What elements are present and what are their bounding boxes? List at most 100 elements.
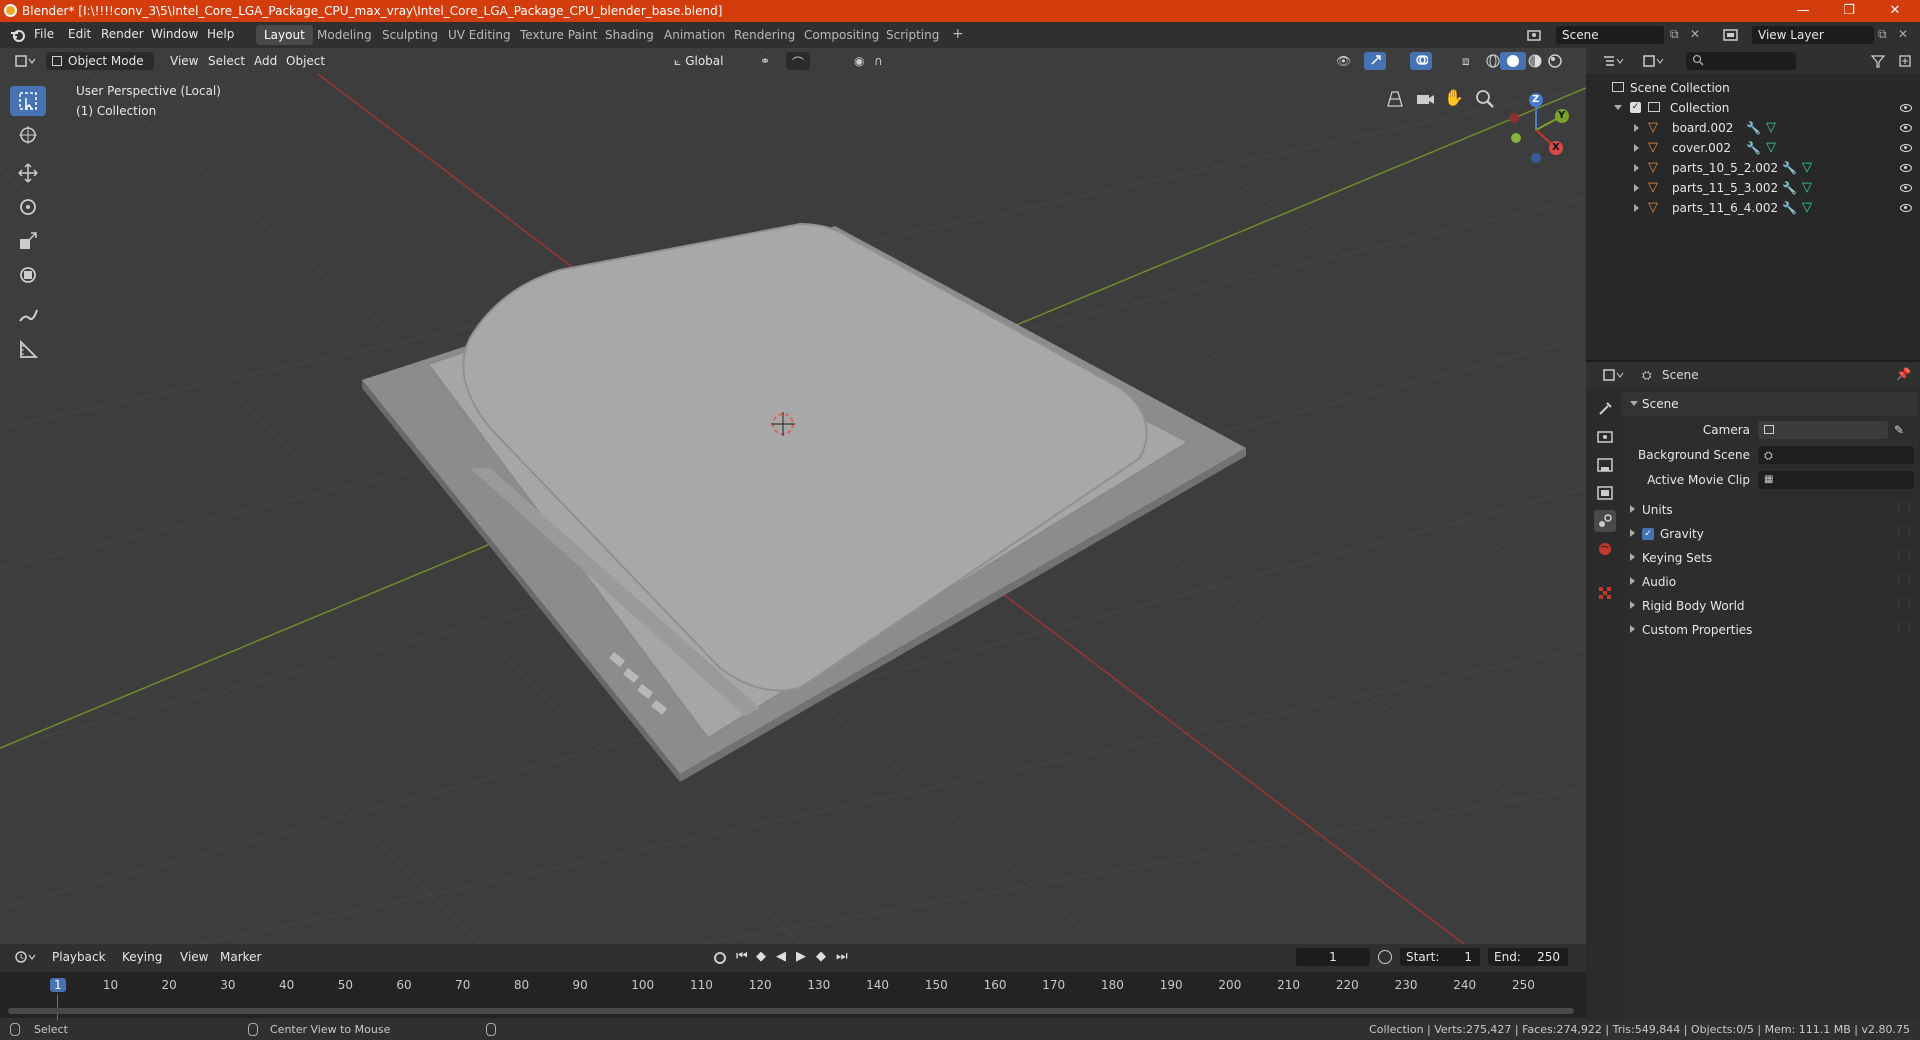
- editor-type-icon[interactable]: [8, 52, 42, 70]
- tab-shading[interactable]: Shading: [597, 25, 662, 45]
- transform-tool[interactable]: [10, 260, 46, 290]
- remove-scene-icon[interactable]: ✕: [1690, 27, 1700, 41]
- viewport-menu-view[interactable]: View: [164, 52, 204, 70]
- subpanel-units[interactable]: Units ⋮⋮: [1622, 498, 1918, 522]
- drag-handle-icon[interactable]: ⋮⋮: [1894, 598, 1914, 609]
- preview-range-icon[interactable]: [1378, 950, 1392, 964]
- annotate-tool[interactable]: [10, 300, 46, 330]
- subpanel-custom-properties[interactable]: Custom Properties ⋮⋮: [1622, 618, 1918, 642]
- timeline-menu-keying[interactable]: Keying: [116, 948, 168, 966]
- object-expand-icon[interactable]: [1634, 164, 1639, 172]
- collection-checkbox[interactable]: ✓: [1630, 102, 1641, 113]
- pin-icon[interactable]: 📌: [1896, 367, 1911, 381]
- viewport-menu-add[interactable]: Add: [248, 52, 283, 70]
- drag-handle-icon[interactable]: ⋮⋮: [1894, 622, 1914, 633]
- transform-orientation-selector[interactable]: ⟀ Global: [668, 52, 746, 70]
- object-visibility-eye-icon[interactable]: [1900, 124, 1912, 132]
- timeline-menu-view[interactable]: View: [174, 948, 214, 966]
- current-frame-field[interactable]: 1: [1296, 948, 1370, 966]
- timeline-menu-marker[interactable]: Marker: [214, 948, 267, 966]
- outliner-row-object[interactable]: ▽ parts_11_6_4.002 🔧 ▽: [1586, 198, 1920, 218]
- pivot-point-icon[interactable]: ⚭: [754, 52, 776, 70]
- eyedropper-icon[interactable]: ✎: [1894, 423, 1904, 437]
- new-view-layer-icon[interactable]: ⧉: [1878, 27, 1887, 42]
- modifier-wrench-icon[interactable]: 🔧: [1782, 181, 1797, 195]
- navigation-gizmo[interactable]: [1500, 88, 1580, 168]
- subpanel-audio[interactable]: Audio ⋮⋮: [1622, 570, 1918, 594]
- drag-handle-icon[interactable]: ⋮⋮: [1894, 574, 1914, 585]
- start-frame-field[interactable]: Start: 1: [1400, 948, 1480, 966]
- viewport-menu-object[interactable]: Object: [280, 52, 331, 70]
- outliner-row-scene-collection[interactable]: Scene Collection: [1586, 78, 1920, 98]
- gravity-checkbox[interactable]: ✓: [1642, 528, 1654, 540]
- view-layer-selector[interactable]: View Layer: [1752, 26, 1874, 44]
- output-tab-icon[interactable]: [1594, 454, 1616, 476]
- mesh-data-icon[interactable]: ▽: [1766, 140, 1776, 155]
- play-icon[interactable]: ▶: [796, 949, 806, 964]
- menu-window[interactable]: Window: [151, 27, 198, 41]
- timeline-editor-type-icon[interactable]: [8, 948, 42, 966]
- timeline-menu-playback[interactable]: Playback: [46, 948, 112, 966]
- outliner-row-object[interactable]: ▽ parts_11_5_3.002 🔧 ▽: [1586, 178, 1920, 198]
- tab-sculpting[interactable]: Sculpting: [374, 25, 446, 45]
- menu-file[interactable]: File: [34, 27, 54, 41]
- zoom-view-icon[interactable]: [1474, 88, 1496, 110]
- mesh-data-icon[interactable]: ▽: [1766, 120, 1776, 135]
- cursor-tool[interactable]: [10, 120, 46, 150]
- remove-view-layer-icon[interactable]: ✕: [1898, 27, 1908, 41]
- subpanel-rigid-body-world[interactable]: Rigid Body World ⋮⋮: [1622, 594, 1918, 618]
- measure-tool[interactable]: [10, 334, 46, 364]
- view-layer-tab-icon[interactable]: [1594, 482, 1616, 504]
- gizmo-toggle-icon[interactable]: [1364, 52, 1386, 70]
- collection-visibility-eye-icon[interactable]: [1900, 104, 1912, 112]
- menu-edit[interactable]: Edit: [68, 27, 91, 41]
- mode-selector[interactable]: Object Mode: [46, 52, 154, 70]
- subpanel-expand-icon[interactable]: [1630, 577, 1635, 585]
- properties-editor-type-icon[interactable]: [1596, 366, 1630, 384]
- subpanel-expand-icon[interactable]: [1630, 625, 1635, 633]
- subpanel-expand-icon[interactable]: [1630, 505, 1635, 513]
- render-tab-icon[interactable]: [1594, 426, 1616, 448]
- jump-start-icon[interactable]: ⏮: [736, 949, 748, 964]
- tab-uv-editing[interactable]: UV Editing: [440, 25, 519, 45]
- scene-panel-header[interactable]: Scene: [1622, 392, 1918, 416]
- toggle-perspective-icon[interactable]: [1384, 88, 1406, 110]
- active-movie-clip-field[interactable]: [1758, 471, 1914, 489]
- tab-scripting[interactable]: Scripting: [878, 25, 947, 45]
- collection-expand-icon[interactable]: [1614, 105, 1622, 110]
- tab-modeling[interactable]: Modeling: [309, 25, 380, 45]
- background-scene-field[interactable]: [1758, 446, 1914, 464]
- menu-render[interactable]: Render: [101, 27, 144, 41]
- camera-view-icon[interactable]: [1414, 88, 1436, 110]
- tab-layout[interactable]: Layout: [256, 25, 313, 45]
- maximize-button[interactable]: ❐: [1826, 0, 1872, 22]
- object-expand-icon[interactable]: [1634, 184, 1639, 192]
- object-expand-icon[interactable]: [1634, 204, 1639, 212]
- 3d-viewport[interactable]: Object Mode View Select Add Object ⟀ Glob…: [0, 48, 1586, 944]
- select-box-tool[interactable]: [10, 86, 46, 116]
- object-expand-icon[interactable]: [1634, 124, 1639, 132]
- outliner-row-object[interactable]: ▽ parts_10_5_2.002 🔧 ▽: [1586, 158, 1920, 178]
- timeline-scrollbar[interactable]: [8, 1008, 1574, 1014]
- modifier-wrench-icon[interactable]: 🔧: [1746, 121, 1761, 135]
- outliner-row-object[interactable]: ▽ cover.002 🔧 ▽: [1586, 138, 1920, 158]
- viewport-menu-select[interactable]: Select: [202, 52, 251, 70]
- object-visibility-eye-icon[interactable]: [1900, 164, 1912, 172]
- subpanel-gravity[interactable]: ✓ Gravity ⋮⋮: [1622, 522, 1918, 546]
- minimize-button[interactable]: —: [1780, 0, 1826, 22]
- object-visibility-eye-icon[interactable]: [1900, 184, 1912, 192]
- display-mode-icon[interactable]: [1636, 52, 1670, 70]
- object-visibility-eye-icon[interactable]: [1900, 204, 1912, 212]
- tab-animation[interactable]: Animation: [656, 25, 733, 45]
- close-window-button[interactable]: ✕: [1872, 0, 1918, 22]
- mesh-data-icon[interactable]: ▽: [1802, 200, 1812, 215]
- new-collection-icon[interactable]: [1892, 52, 1918, 70]
- modifier-wrench-icon[interactable]: 🔧: [1782, 201, 1797, 215]
- mesh-data-icon[interactable]: ▽: [1802, 160, 1812, 175]
- visibility-icon[interactable]: 👁: [1330, 52, 1357, 70]
- snap-icon[interactable]: ⌒: [786, 52, 811, 70]
- rendered-shading-icon[interactable]: [1542, 52, 1568, 70]
- add-workspace-button[interactable]: +: [944, 25, 972, 45]
- mesh-data-icon[interactable]: ▽: [1802, 180, 1812, 195]
- next-keyframe-icon[interactable]: ◆: [816, 949, 826, 964]
